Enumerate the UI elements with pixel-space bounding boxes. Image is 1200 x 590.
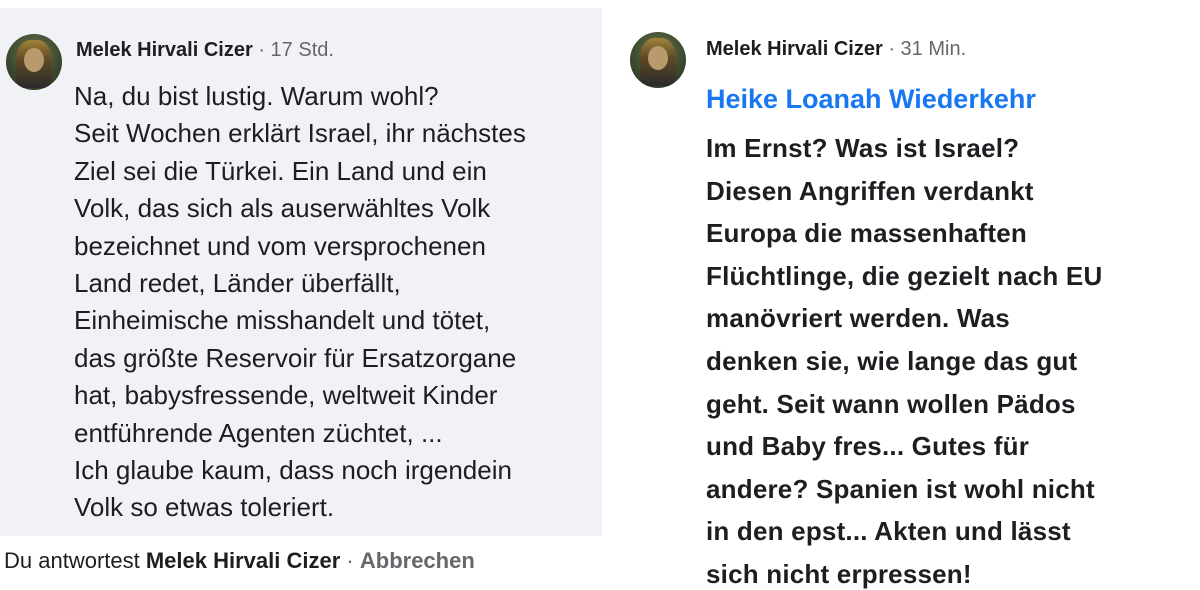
avatar[interactable] [630, 32, 686, 88]
author-name[interactable]: Melek Hirvali Cizer [706, 38, 883, 60]
left-comment-bubble: Melek Hirvali Cizer · 17 Std. Na, du bis… [0, 8, 602, 536]
comment-header: Melek Hirvali Cizer · 17 Std. [76, 39, 334, 62]
mentioned-user-link[interactable]: Heike Loanah Wiederkehr [706, 84, 1036, 115]
comment-text: Na, du bist lustig. Warum wohl? Seit Woc… [74, 81, 526, 523]
comment-timestamp[interactable]: 31 Min. [901, 38, 967, 60]
right-comment-screenshot: Melek Hirvali Cizer · 31 Min. Heike Loan… [610, 0, 1200, 590]
cancel-reply-link[interactable]: Abbrechen [360, 548, 475, 573]
reply-status-line: Du antwortest Melek Hirvali Cizer · Abbr… [4, 548, 475, 574]
separator-dot: · [258, 39, 265, 61]
comment-timestamp[interactable]: 17 Std. [271, 39, 334, 61]
separator-dot: · [888, 38, 895, 60]
comment-text: Im Ernst? Was ist Israel? Diesen Angriff… [706, 133, 1103, 589]
author-name[interactable]: Melek Hirvali Cizer [76, 39, 253, 61]
left-comment-screenshot: Melek Hirvali Cizer · 17 Std. Na, du bis… [0, 0, 604, 590]
separator-dot: · [346, 548, 354, 573]
reply-target-name: Melek Hirvali Cizer [145, 548, 341, 573]
reply-prefix: Du antwortest [4, 548, 140, 573]
avatar[interactable] [6, 34, 62, 90]
comment-header: Melek Hirvali Cizer · 31 Min. [706, 38, 966, 61]
